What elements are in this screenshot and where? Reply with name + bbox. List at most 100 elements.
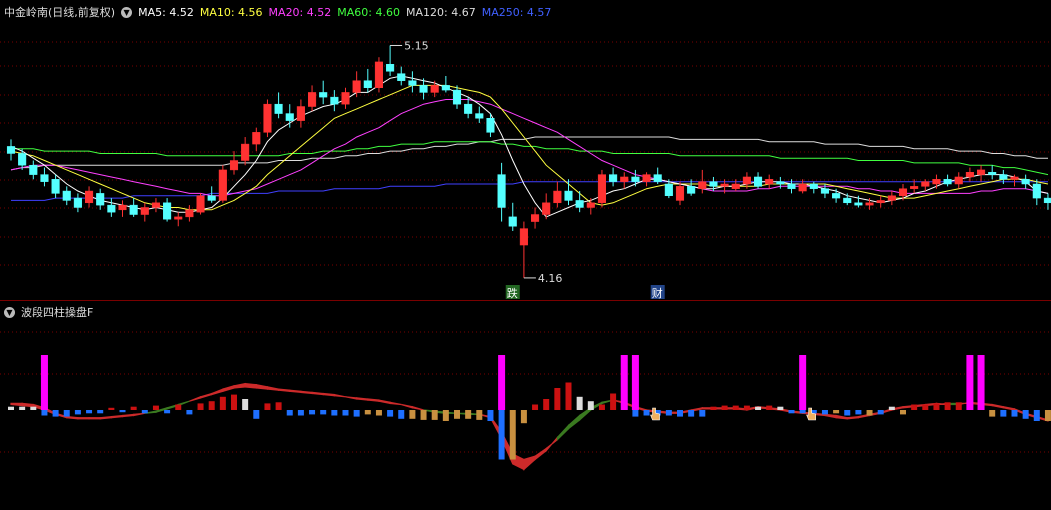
cloud-segment-red: [233, 382, 246, 389]
indicator-bar: [1044, 410, 1051, 421]
signal-bar: [966, 355, 974, 410]
candle-down: [475, 113, 484, 119]
indicator-bar: [465, 410, 472, 419]
candle-down: [943, 179, 952, 185]
indicator-bar: [41, 410, 48, 416]
candle-down: [631, 176, 640, 182]
signal-bar: [799, 355, 807, 410]
indicator-bar: [309, 410, 316, 415]
indicator-bar: [866, 410, 873, 416]
candle-up: [174, 216, 183, 220]
candle-up: [731, 183, 740, 189]
candle-up: [642, 174, 651, 182]
indicator-bar: [632, 410, 639, 417]
cloud-segment-red: [824, 413, 837, 419]
cloud-segment-red: [401, 403, 413, 409]
min-price-label: 4.16: [538, 272, 563, 285]
indicator-bar: [454, 410, 460, 419]
candle-down: [363, 80, 372, 88]
indicator-bar: [766, 405, 773, 410]
candle-up: [430, 85, 439, 93]
candle-up: [887, 195, 896, 201]
indicator-bar: [97, 410, 104, 414]
indicator-bar: [409, 410, 416, 419]
candle-down: [988, 172, 997, 175]
candle-down: [854, 202, 863, 206]
candle-down: [397, 73, 406, 81]
candle-down: [18, 153, 27, 166]
indicator-bar: [108, 407, 115, 410]
candle-down: [564, 190, 573, 201]
candle-down: [653, 174, 662, 182]
cloud-segment-red: [378, 399, 391, 405]
candle-up: [921, 181, 930, 187]
indicator-bar: [944, 402, 951, 410]
cloud-segment-red: [523, 455, 536, 471]
candle-up: [196, 195, 205, 213]
candle-down: [163, 202, 172, 220]
candle-down: [6, 146, 16, 154]
candle-down: [107, 204, 116, 213]
indicator-bar: [141, 410, 148, 414]
indicator-bar: [8, 406, 14, 410]
candle-up: [620, 176, 629, 182]
candle-down: [486, 118, 495, 133]
indicator-bar: [677, 410, 683, 417]
chart-stage: 中金岭南 (日线,前复权) ▼ MA5: 4.52 MA10: 4.56 MA20…: [0, 0, 1051, 510]
candle-down: [452, 89, 462, 105]
candle-up: [308, 92, 317, 107]
candle-up: [553, 190, 562, 204]
indicator-bar: [520, 410, 527, 424]
cloud-segment-red: [389, 401, 402, 406]
candle-down: [62, 190, 71, 201]
indicator-bar: [152, 405, 159, 410]
candle-up: [241, 143, 250, 161]
candle-up: [352, 80, 361, 93]
candle-up: [898, 188, 908, 196]
candle-up: [218, 169, 227, 201]
candle-down: [709, 181, 718, 187]
indicator-bar: [442, 410, 449, 421]
indicator-bar: [900, 410, 906, 415]
candle-down: [29, 164, 38, 175]
indicator-bar: [688, 410, 695, 417]
indicator-bar: [755, 406, 762, 410]
indicator-bar: [231, 394, 237, 410]
indicator-bar: [554, 388, 561, 410]
indicator-bar: [1033, 410, 1040, 421]
cloud-segment-red: [244, 382, 257, 389]
indicator-bar: [911, 404, 918, 410]
candle-down: [575, 200, 584, 208]
cloud-segment-red: [133, 412, 145, 417]
indicator-bar: [219, 396, 226, 410]
cloud-segment-red: [266, 386, 280, 391]
indicator-bar: [86, 410, 93, 414]
marker-cai: 财: [652, 286, 663, 300]
candle-down: [497, 174, 506, 208]
cloud-segment-red: [211, 388, 224, 396]
indicator-bar: [643, 410, 650, 416]
indicator-bar: [598, 404, 605, 410]
indicator-bar: [989, 410, 996, 417]
candle-up: [519, 228, 528, 246]
indicator-bar: [543, 399, 550, 410]
cloud-segment-red: [300, 390, 313, 395]
indicator-bar: [498, 410, 505, 460]
candle-up: [965, 172, 974, 178]
cloud-segment-red: [311, 391, 324, 396]
candle-down: [843, 197, 852, 204]
candle-down: [809, 183, 818, 189]
cloud-segment-red: [333, 393, 346, 398]
indicator-bar: [275, 402, 282, 410]
indicator-bar: [487, 410, 494, 421]
cloud-segment-red: [99, 415, 112, 420]
indicator-bar: [855, 410, 862, 415]
candle-down: [664, 183, 673, 196]
candle-down: [419, 85, 428, 93]
indicator-bar: [375, 410, 382, 416]
indicator-bar: [710, 406, 717, 410]
indicator-bar: [877, 410, 884, 415]
indicator-bar: [699, 410, 706, 417]
indicator-bar: [253, 410, 260, 419]
candle-down: [129, 204, 138, 215]
